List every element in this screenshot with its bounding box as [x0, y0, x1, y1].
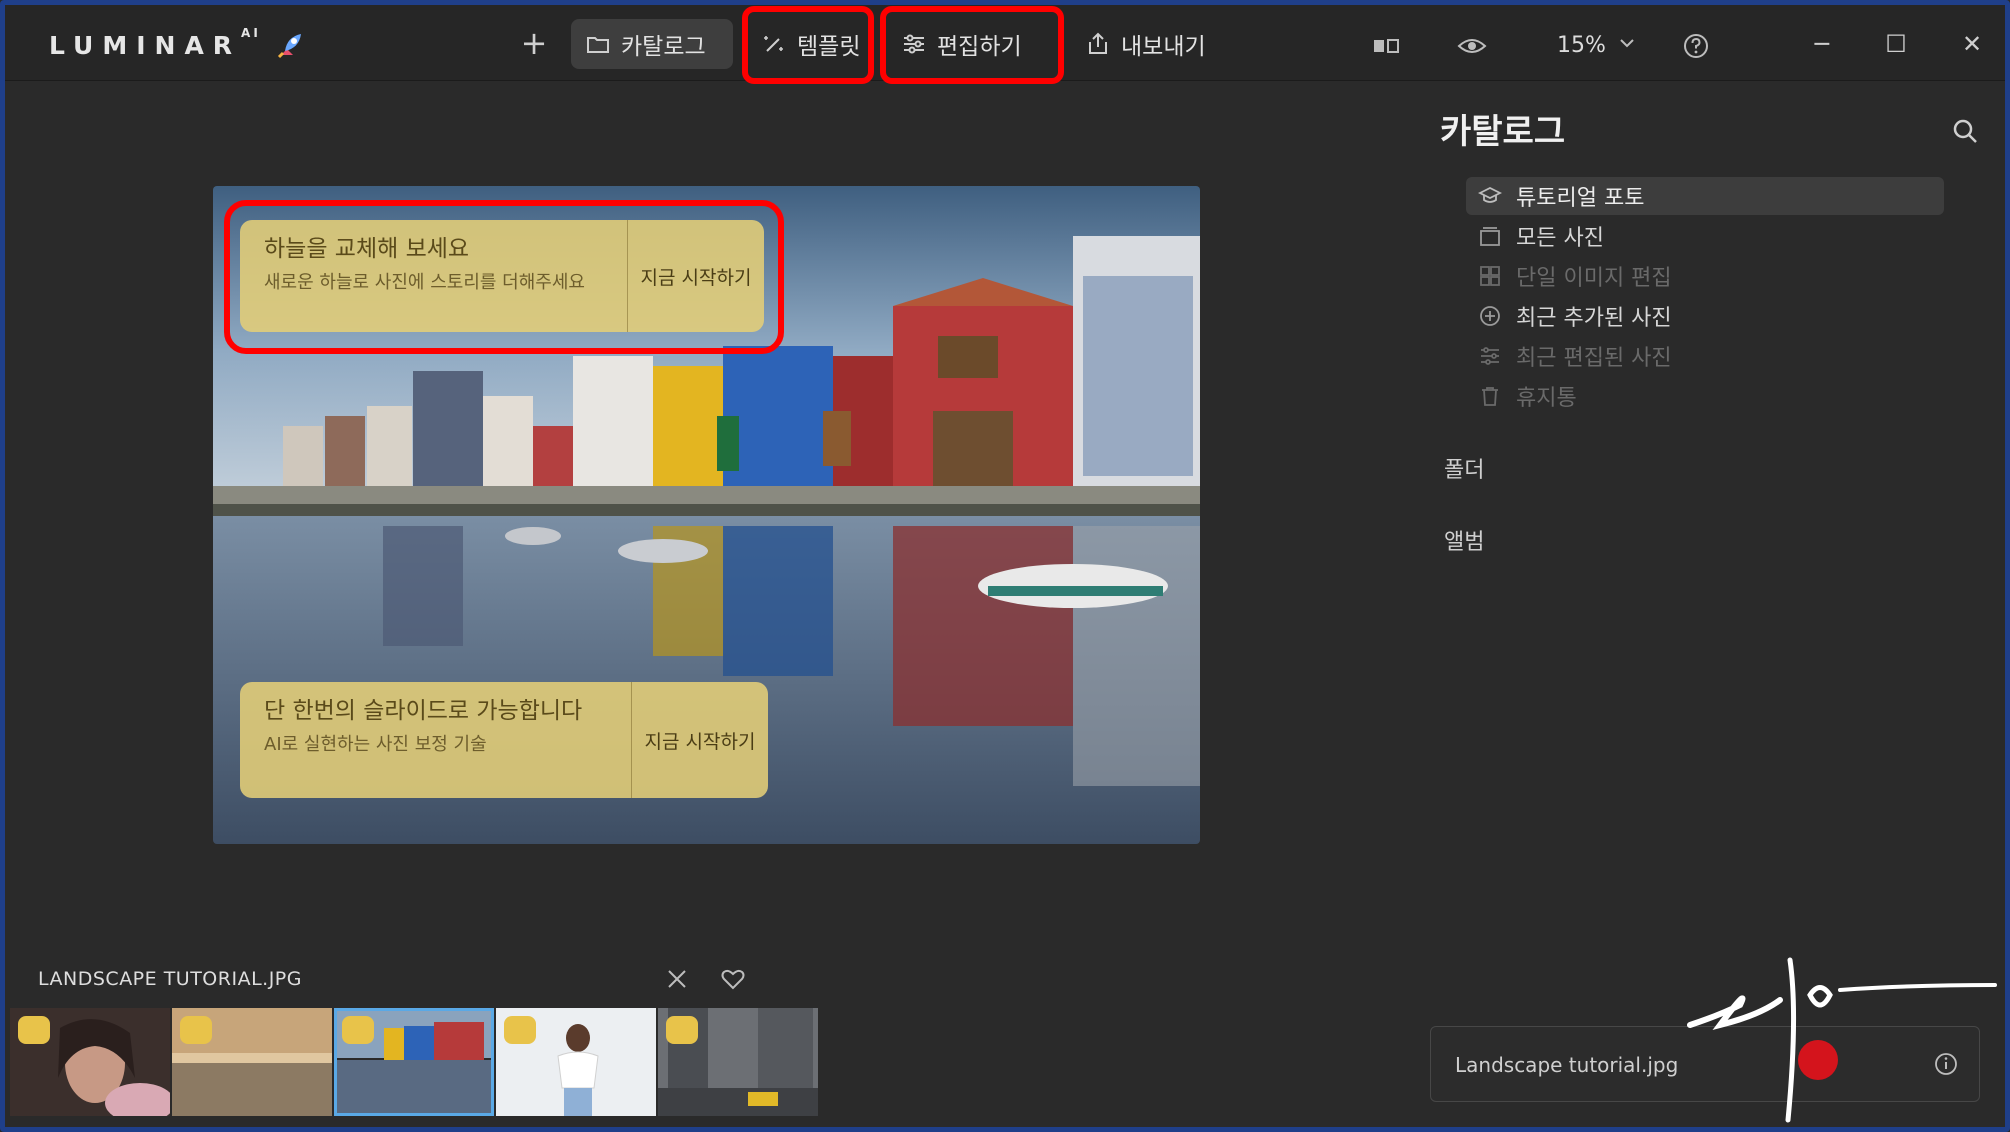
filmstrip-thumbnail[interactable] [658, 1008, 818, 1116]
filmstrip-thumbnail-selected[interactable] [334, 1008, 494, 1116]
minimize-button[interactable]: ─ [1805, 27, 1839, 61]
graduation-cap-icon [1478, 186, 1502, 203]
eye-icon[interactable] [1457, 31, 1487, 61]
add-button[interactable]: + [517, 27, 551, 61]
close-button[interactable]: ✕ [1955, 27, 1989, 61]
trash-icon [1482, 387, 1498, 406]
highlight-card [224, 200, 784, 354]
panel-title: 카탈로그 [1440, 112, 1566, 152]
nav-single-image-edit[interactable]: 단일 이미지 편집 [1466, 257, 1944, 295]
graduation-cap-icon [180, 1016, 212, 1044]
section-folders[interactable]: 폴더 [1444, 452, 1484, 484]
folder-icon [587, 37, 609, 53]
section-albums[interactable]: 앨범 [1444, 524, 1484, 556]
photos-icon [1480, 227, 1500, 246]
nav-recently-added[interactable]: 최근 추가된 사진 [1466, 297, 1944, 335]
highlight-templates [742, 6, 874, 84]
filmstrip-title: LANDSCAPE TUTORIAL.JPG [38, 968, 302, 990]
tab-catalog[interactable]: 카탈로그 [571, 19, 733, 69]
slider-card[interactable]: 단 한번의 슬라이드로 가능합니다 AI로 실현하는 사진 보정 기술 지금 시… [240, 682, 768, 798]
graduation-cap-icon [18, 1016, 50, 1044]
zoom-level[interactable]: 15% [1557, 33, 1606, 58]
rocket-icon[interactable] [273, 29, 307, 63]
compare-icon[interactable] [1371, 31, 1401, 61]
graduation-cap-icon [342, 1016, 374, 1044]
file-name: Landscape tutorial.jpg [1455, 1053, 1679, 1077]
app-logo: LUMINARAI [49, 25, 261, 60]
highlight-edit [880, 6, 1064, 84]
nav-all-photos[interactable]: 모든 사진 [1466, 217, 1944, 255]
nav-trash[interactable]: 휴지통 [1466, 377, 1944, 415]
grid-icon [1480, 266, 1500, 286]
filmstrip-thumbnail[interactable] [172, 1008, 332, 1116]
close-icon[interactable] [664, 966, 690, 992]
chevron-down-icon[interactable] [1617, 33, 1637, 53]
graduation-cap-icon [504, 1016, 536, 1044]
filmstrip-thumbnail[interactable] [10, 1008, 170, 1116]
tab-export[interactable]: 내보내기 [1071, 19, 1221, 69]
nav-recently-edited[interactable]: 최근 편집된 사진 [1466, 337, 1944, 375]
sliders-icon [1481, 347, 1499, 365]
nav-tutorial-photos[interactable]: 튜토리얼 포토 [1466, 177, 1944, 215]
graduation-cap-icon [666, 1016, 698, 1044]
card-subtitle: AI로 실현하는 사진 보정 기술 [264, 734, 487, 755]
maximize-button[interactable]: ☐ [1879, 27, 1913, 61]
signature-watermark [1687, 957, 1997, 1123]
export-icon [1089, 32, 1107, 54]
filmstrip-thumbnail[interactable] [496, 1008, 656, 1116]
help-icon[interactable] [1681, 31, 1711, 61]
plus-circle-icon [1480, 306, 1500, 326]
heart-icon[interactable] [720, 966, 746, 992]
start-now-button[interactable]: 지금 시작하기 [632, 682, 768, 798]
card-title: 단 한번의 슬라이드로 가능합니다 [264, 698, 583, 724]
search-icon[interactable] [1950, 116, 1980, 146]
